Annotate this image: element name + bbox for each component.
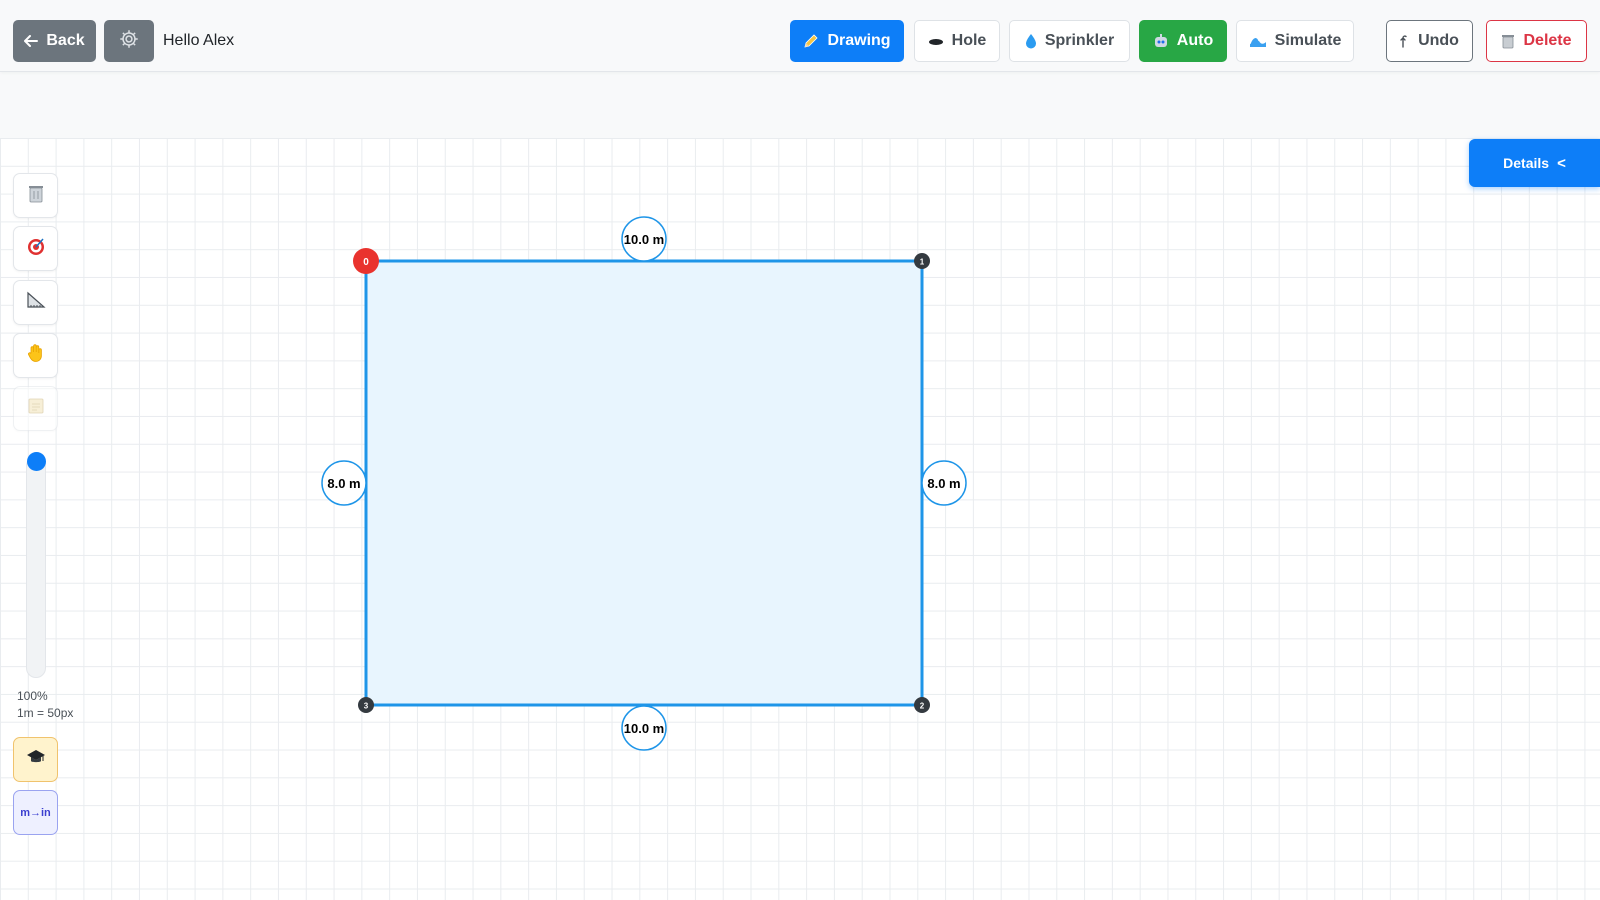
unit-toggle-button[interactable]: m→in bbox=[13, 790, 58, 835]
graduation-cap-icon bbox=[26, 748, 46, 771]
edge-label-right[interactable]: 8.0 m bbox=[921, 460, 967, 506]
details-label: Details bbox=[1503, 155, 1550, 171]
svg-text:8.0 m: 8.0 m bbox=[927, 476, 960, 491]
measure-tool-button[interactable] bbox=[13, 280, 58, 325]
edge-label-left[interactable]: 8.0 m bbox=[321, 460, 367, 506]
pan-tool-button[interactable] bbox=[13, 333, 58, 378]
svg-text:2: 2 bbox=[920, 702, 925, 711]
vertex-0-start[interactable]: 0 bbox=[353, 248, 379, 274]
notepad-icon bbox=[27, 397, 45, 420]
svg-text:10.0 m: 10.0 m bbox=[624, 232, 664, 247]
clear-tool-button[interactable] bbox=[13, 173, 58, 218]
svg-text:8.0 m: 8.0 m bbox=[327, 476, 360, 491]
hand-icon bbox=[27, 343, 45, 368]
svg-text:0: 0 bbox=[363, 257, 369, 268]
vertex-1[interactable]: 1 bbox=[914, 253, 930, 269]
tutorial-button[interactable] bbox=[13, 737, 58, 782]
zoom-percent: 100% bbox=[17, 689, 48, 703]
ruler-icon bbox=[26, 291, 46, 314]
garden-shape-drawing[interactable]: 10.0 m 8.0 m 8.0 m 10.0 m 0 1 2 3 bbox=[0, 0, 1600, 900]
garden-area[interactable] bbox=[364, 259, 924, 707]
details-panel-toggle[interactable]: Details < bbox=[1469, 139, 1600, 187]
scale-label: 1m = 50px bbox=[17, 706, 74, 720]
notes-tool-button[interactable] bbox=[13, 386, 58, 431]
trash-icon bbox=[27, 183, 45, 208]
edge-label-top[interactable]: 10.0 m bbox=[621, 216, 667, 262]
zoom-slider-track[interactable] bbox=[26, 456, 46, 678]
target-icon bbox=[26, 236, 46, 261]
chevron-left-icon: < bbox=[1557, 154, 1566, 172]
target-tool-button[interactable] bbox=[13, 226, 58, 271]
svg-text:10.0 m: 10.0 m bbox=[624, 721, 664, 736]
svg-text:3: 3 bbox=[364, 702, 369, 711]
svg-text:1: 1 bbox=[920, 258, 925, 267]
vertex-3[interactable]: 3 bbox=[358, 697, 374, 713]
zoom-slider-thumb[interactable] bbox=[27, 452, 46, 471]
edge-label-bottom[interactable]: 10.0 m bbox=[621, 705, 667, 751]
vertex-2[interactable]: 2 bbox=[914, 697, 930, 713]
